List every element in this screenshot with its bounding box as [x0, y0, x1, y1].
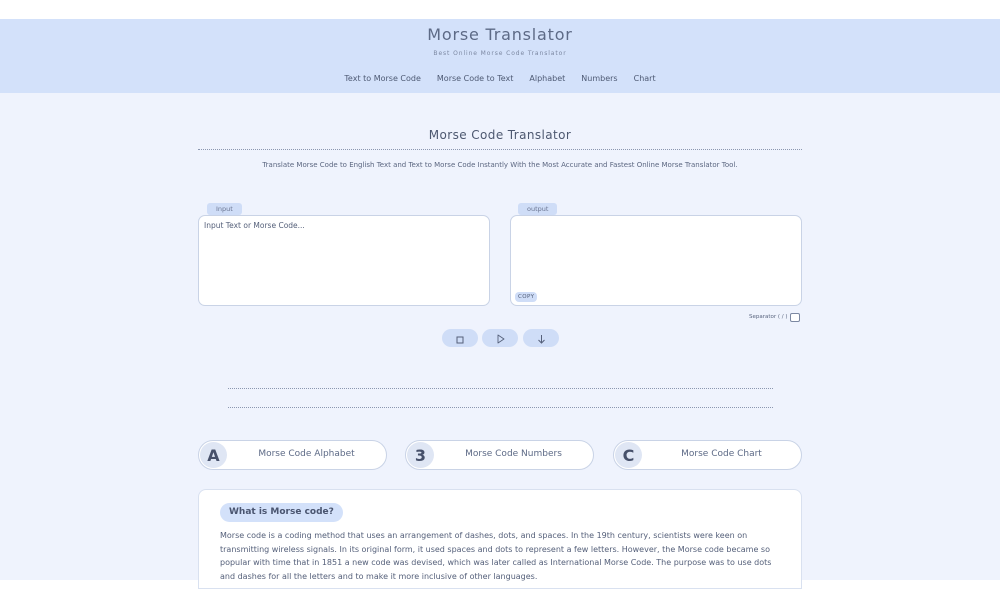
nav-alphabet[interactable]: Alphabet	[529, 74, 565, 83]
title-divider	[198, 149, 802, 150]
output-label: output	[518, 203, 558, 215]
page: Morse Translator Best Online Morse Code …	[0, 0, 1000, 600]
card-numbers-label: Morse Code Numbers	[465, 449, 562, 459]
morse-line-2	[228, 407, 773, 408]
article-body: Morse code is a coding method that uses …	[220, 531, 772, 581]
play-button[interactable]	[482, 329, 518, 347]
stop-icon	[456, 329, 464, 348]
chart-c-icon: C	[615, 442, 642, 468]
site-header: Morse Translator Best Online Morse Code …	[0, 19, 1000, 93]
main-nav: Text to Morse Code Morse Code to Text Al…	[0, 74, 1000, 83]
article-what-is-morse: What is Morse code? Morse code is a codi…	[198, 489, 802, 589]
separator-label: Separator ( / )	[749, 314, 788, 320]
copy-button[interactable]: COPY	[515, 292, 538, 302]
translator-description: Translate Morse Code to English Text and…	[262, 161, 738, 169]
nav-text-to-morse[interactable]: Text to Morse Code	[344, 74, 421, 83]
card-chart[interactable]: C Morse Code Chart	[613, 440, 802, 470]
card-alphabet-label: Morse Code Alphabet	[258, 449, 355, 459]
morse-line-1	[228, 388, 773, 389]
input-box	[198, 215, 490, 306]
play-icon	[496, 329, 505, 348]
number-3-icon: 3	[407, 442, 434, 468]
input-label: Input	[207, 203, 242, 215]
site-title[interactable]: Morse Translator	[0, 25, 1000, 44]
card-chart-label: Morse Code Chart	[681, 449, 762, 459]
translator-title: Morse Code Translator	[428, 128, 572, 142]
download-button[interactable]	[523, 329, 559, 347]
nav-chart[interactable]: Chart	[634, 74, 656, 83]
input-textarea[interactable]	[199, 216, 489, 305]
separator-checkbox[interactable]	[790, 313, 800, 322]
card-numbers[interactable]: 3 Morse Code Numbers	[405, 440, 594, 470]
article-heading: What is Morse code?	[220, 503, 343, 522]
letter-a-icon: A	[200, 442, 227, 468]
nav-morse-to-text[interactable]: Morse Code to Text	[437, 74, 514, 83]
download-icon	[537, 329, 546, 348]
output-box[interactable]: COPY	[510, 215, 802, 306]
site-subtitle: Best Online Morse Code Translator	[433, 50, 567, 57]
main-content: Morse Code Translator Translate Morse Co…	[0, 93, 1000, 589]
card-alphabet[interactable]: A Morse Code Alphabet	[198, 440, 387, 470]
stop-button[interactable]	[442, 329, 478, 347]
nav-numbers[interactable]: Numbers	[581, 74, 617, 83]
